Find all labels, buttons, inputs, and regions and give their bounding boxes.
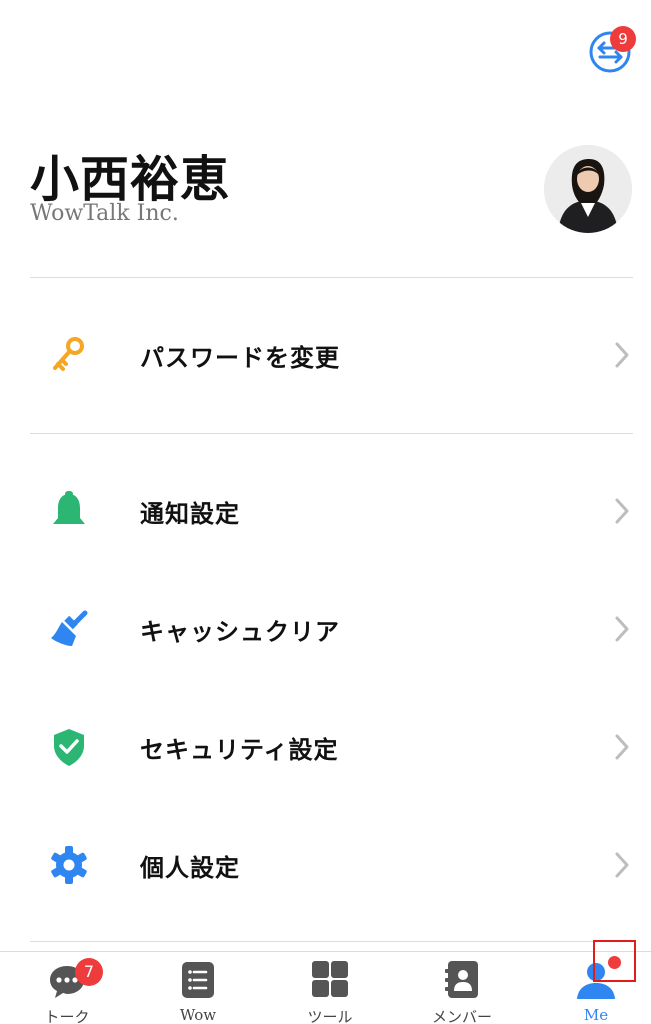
divider [30, 941, 633, 942]
menu-item-notification-settings[interactable]: 通知設定 [0, 470, 651, 550]
tab-tools[interactable]: ツール [280, 952, 380, 1024]
list-icon [178, 960, 218, 1000]
chevron-right-icon [612, 615, 632, 643]
tab-label: トーク [44, 1008, 90, 1024]
shield-check-icon [48, 726, 90, 768]
profile-photo [544, 145, 632, 233]
menu-item-label: 個人設定 [140, 853, 240, 882]
menu-item-label: セキュリティ設定 [140, 735, 339, 764]
tab-label: Me [583, 1006, 609, 1024]
notification-badge: 9 [610, 26, 636, 52]
profile-company: WowTalk Inc. [30, 201, 179, 226]
contacts-icon [442, 960, 482, 1000]
switch-account-button[interactable]: 9 [588, 26, 636, 73]
broom-icon [48, 608, 90, 650]
chevron-right-icon [612, 341, 632, 369]
gear-icon [48, 844, 90, 886]
menu-item-personal-settings[interactable]: 個人設定 [0, 824, 651, 904]
menu-item-label: パスワードを変更 [140, 343, 340, 372]
chevron-right-icon [612, 851, 632, 879]
tab-label: ツール [307, 1008, 353, 1024]
bottom-tab-bar: 7 トーク Wow ツール メンバー Me [0, 951, 651, 1024]
key-icon [48, 334, 90, 376]
tab-talk[interactable]: 7 トーク [17, 952, 117, 1024]
menu-item-change-password[interactable]: パスワードを変更 [0, 314, 651, 394]
chevron-right-icon [612, 497, 632, 525]
unread-badge: 7 [75, 958, 103, 986]
menu-item-clear-cache[interactable]: キャッシュクリア [0, 588, 651, 668]
tab-members[interactable]: メンバー [412, 952, 512, 1024]
tab-wow[interactable]: Wow [148, 952, 248, 1024]
tab-label: Wow [179, 1006, 217, 1024]
divider [30, 433, 633, 434]
chevron-right-icon [612, 733, 632, 761]
divider [30, 277, 633, 278]
avatar[interactable] [544, 145, 632, 233]
highlight-box [593, 940, 636, 982]
menu-item-security-settings[interactable]: セキュリティ設定 [0, 706, 651, 786]
menu-item-label: 通知設定 [140, 499, 240, 528]
tab-label: メンバー [431, 1008, 492, 1024]
grid-icon [310, 960, 350, 1000]
bell-icon [48, 490, 90, 532]
menu-item-label: キャッシュクリア [140, 617, 340, 646]
